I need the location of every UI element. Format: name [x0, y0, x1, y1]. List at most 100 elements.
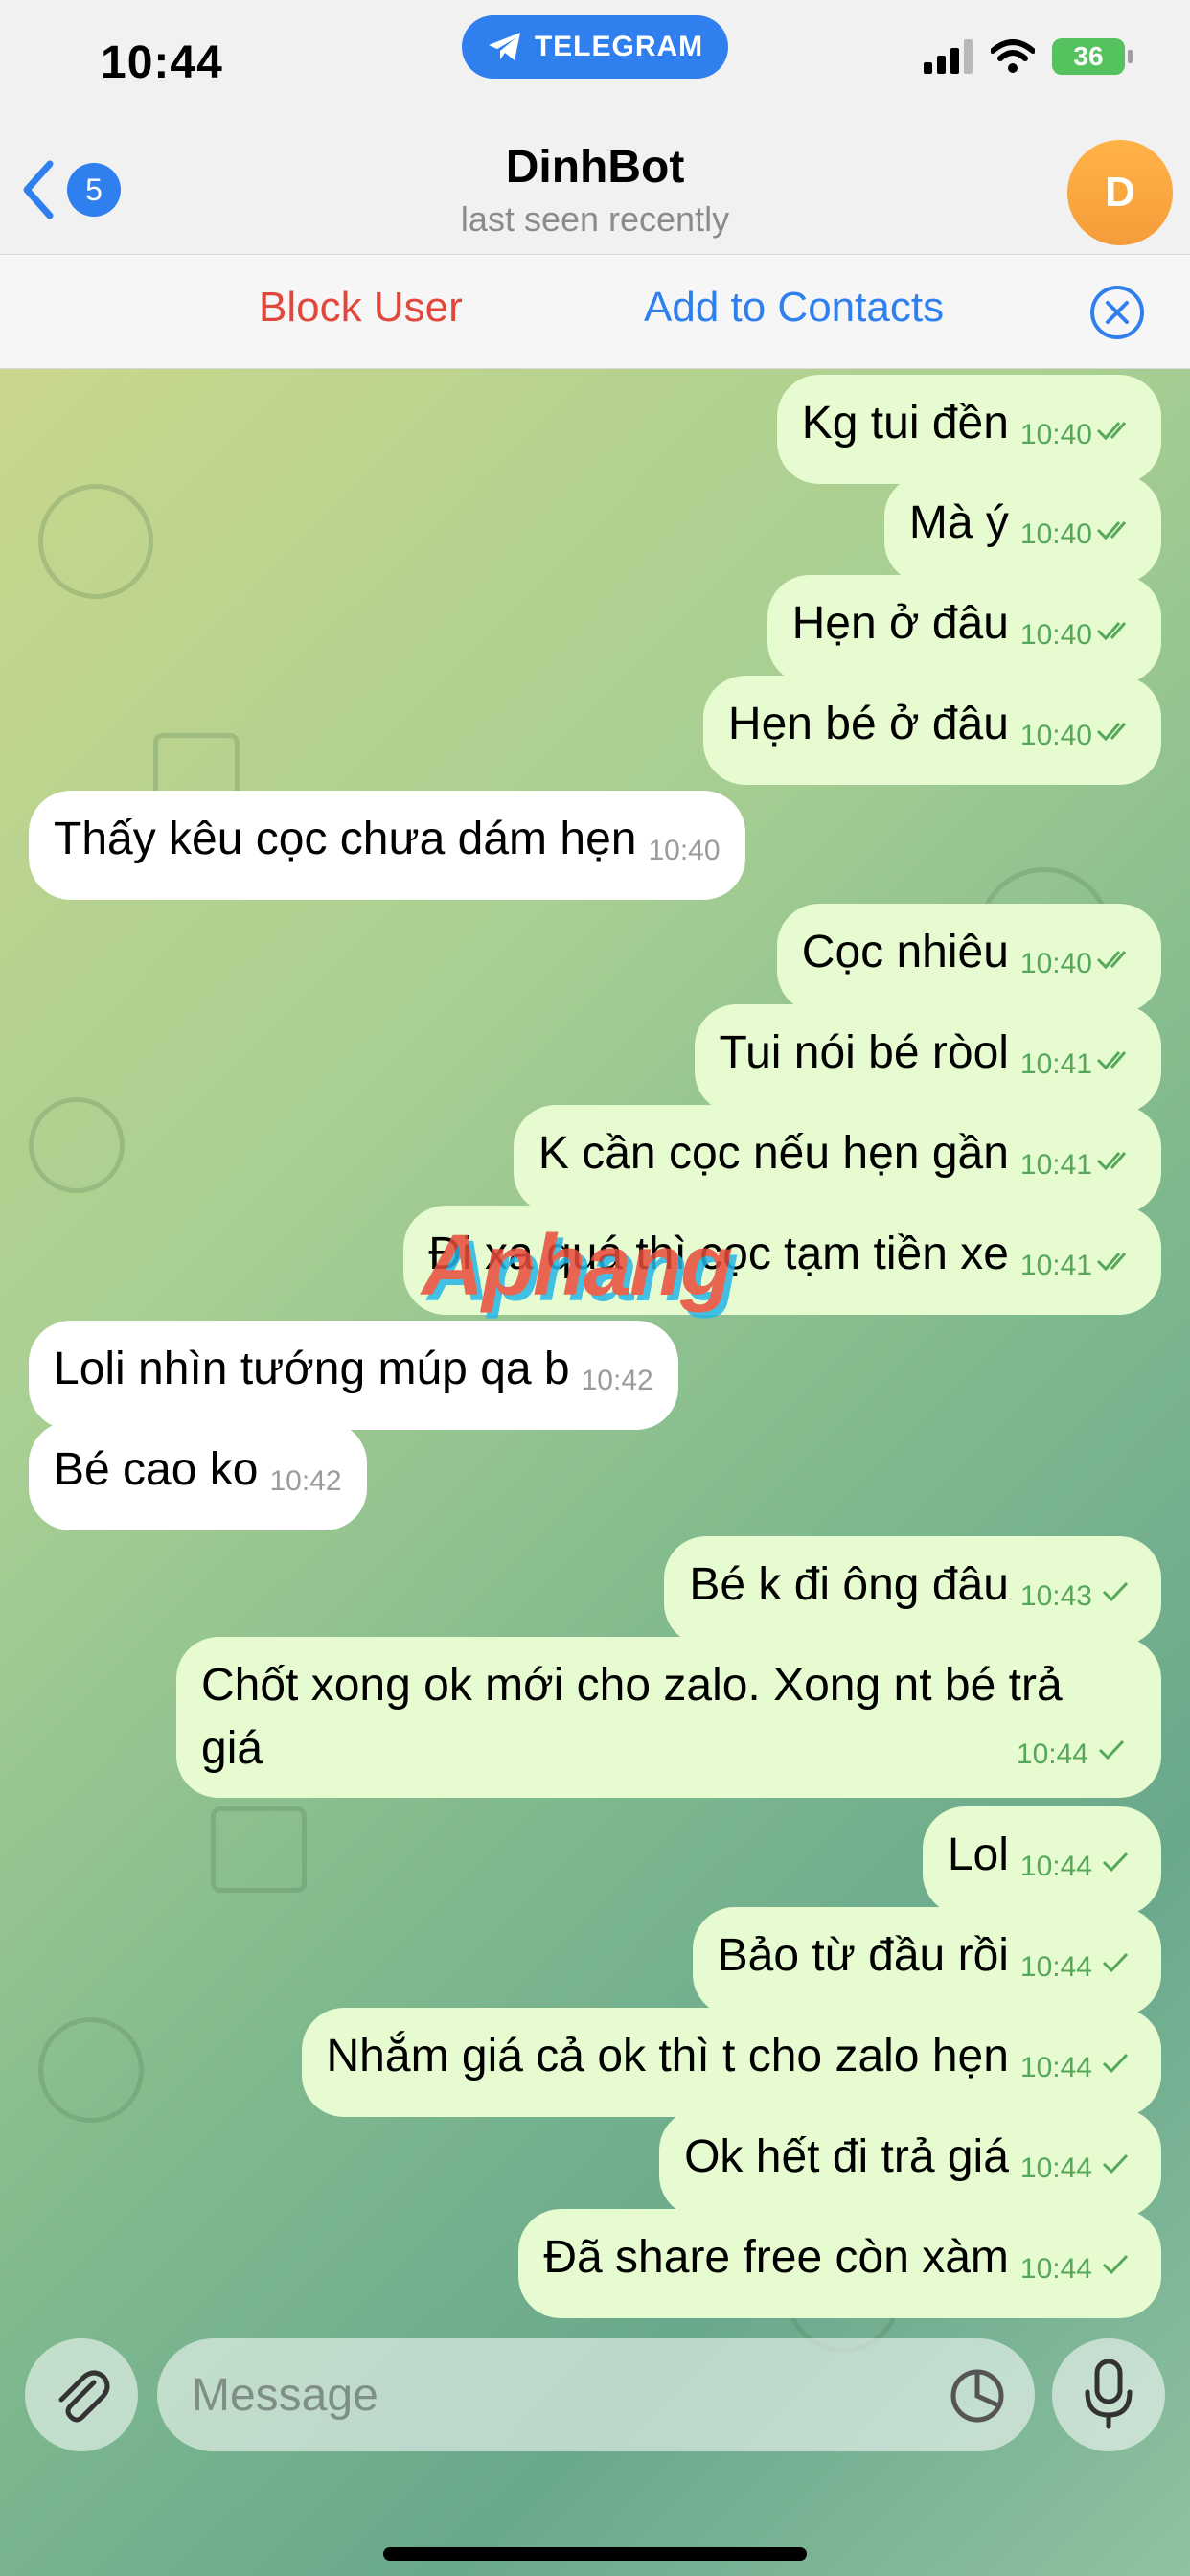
message-time: 10:44: [1019, 2152, 1092, 2184]
message-bubble-incoming[interactable]: Loli nhìn tướng múp qa b 10:42: [29, 1321, 678, 1430]
message-time: 10:44: [1019, 1851, 1092, 1882]
message-time: 10:41: [1019, 1250, 1092, 1281]
double-check-icon: [1096, 1152, 1127, 1171]
input-bar: Message: [0, 2317, 1190, 2576]
single-check-icon: [1102, 1952, 1129, 1973]
status-time: 10:44: [101, 37, 223, 88]
message-bubble-incoming[interactable]: Thấy kêu cọc chưa dám hẹn 10:40: [29, 791, 745, 900]
message-text: Hẹn ở đâu: [791, 598, 1009, 649]
message-bubble-outgoing[interactable]: Đã share free còn xàm 10:44: [518, 2209, 1161, 2318]
message-bubble-outgoing[interactable]: Chốt xong ok mới cho zalo. Xong nt bé tr…: [176, 1637, 1161, 1798]
message-text: Kg tui đền: [801, 398, 1009, 448]
message-bubble-outgoing[interactable]: Bé k đi ông đâu 10:43: [664, 1536, 1161, 1645]
single-check-icon: [1102, 2254, 1129, 2275]
message-text: Tui nói bé ròol: [719, 1027, 1009, 1078]
single-check-icon: [1102, 1852, 1129, 1873]
message-text: Bảo từ đầu rồi: [717, 1930, 1009, 1981]
message-bubble-outgoing[interactable]: Mà ý 10:40: [883, 474, 1161, 584]
double-check-icon: [1096, 622, 1127, 641]
background-doodle: [211, 1806, 307, 1893]
message-bubble-outgoing[interactable]: Hẹn bé ở đâu 10:40: [702, 676, 1161, 785]
single-check-icon: [1098, 1739, 1125, 1760]
message-text: K cần cọc nếu hẹn gần: [538, 1128, 1009, 1179]
message-text: Đã share free còn xàm: [543, 2232, 1009, 2283]
message-bubble-outgoing[interactable]: Nhắm giá cả ok thì t cho zalo hẹn 10:44: [301, 2008, 1161, 2117]
home-indicator: [383, 2547, 807, 2561]
message-time: 10:41: [1019, 1149, 1092, 1181]
message-text: Nhắm giá cả ok thì t cho zalo hẹn: [326, 2031, 1009, 2082]
message-time: 10:40: [1019, 419, 1092, 450]
signal-icon: [924, 39, 973, 74]
status-icons: 36: [924, 38, 1133, 75]
message-bubble-outgoing[interactable]: Bảo từ đầu rồi 10:44: [692, 1907, 1161, 2016]
battery-icon: 36: [1052, 38, 1133, 75]
message-time: 10:40: [1019, 720, 1092, 751]
message-bubble-outgoing[interactable]: Hẹn ở đâu 10:40: [767, 575, 1161, 684]
battery-level: 36: [1073, 41, 1104, 71]
telegram-pill-label: TELEGRAM: [534, 31, 704, 62]
background-doodle: [29, 1097, 125, 1193]
message-text: Lol: [947, 1829, 1009, 1880]
double-check-icon: [1096, 723, 1127, 742]
background-doodle: [38, 484, 153, 599]
avatar[interactable]: D: [1067, 140, 1173, 245]
message-placeholder: Message: [192, 2370, 378, 2421]
message-text: Cọc nhiêu: [801, 927, 1009, 978]
double-check-icon: [1096, 1253, 1127, 1272]
message-text: Thấy kêu cọc chưa dám hẹn: [54, 814, 637, 864]
message-text-line1: Chốt xong ok mới cho zalo. Xong nt bé tr…: [201, 1660, 1063, 1711]
message-text: Bé cao ko: [54, 1444, 259, 1495]
single-check-icon: [1102, 2153, 1129, 2174]
double-check-icon: [1096, 1051, 1127, 1070]
message-bubble-incoming[interactable]: Bé cao ko 10:42: [29, 1421, 367, 1530]
attach-button[interactable]: [25, 2338, 138, 2451]
message-text-line2: giá: [201, 1723, 263, 1774]
close-circle-icon[interactable]: [1088, 284, 1146, 341]
message-bubble-outgoing[interactable]: Lol 10:44: [922, 1806, 1161, 1916]
double-check-icon: [1096, 521, 1127, 540]
message-time: 10:42: [581, 1365, 653, 1396]
chat-area[interactable]: Kg tui đền 10:40 Mà ý 10:40 Hẹn ở đâu 10:40…: [0, 369, 1190, 2576]
chat-title: DinhBot: [505, 142, 685, 193]
message-time: 10:44: [1019, 2253, 1092, 2285]
single-check-icon: [1102, 1581, 1129, 1602]
microphone-icon: [1085, 2359, 1133, 2429]
message-text: Bé k đi ông đâu: [689, 1559, 1009, 1610]
message-bubble-outgoing[interactable]: Kg tui đền 10:40: [776, 375, 1161, 484]
sticker-icon[interactable]: [949, 2367, 1006, 2425]
double-check-icon: [1096, 422, 1127, 441]
wifi-icon: [991, 39, 1035, 73]
chat-subtitle: last seen recently: [460, 199, 730, 239]
background-doodle: [38, 2017, 144, 2123]
message-time: 10:44: [1019, 1951, 1092, 1983]
message-time: 10:43: [1019, 1580, 1092, 1612]
message-time: 10:40: [1019, 948, 1092, 979]
message-input[interactable]: Message: [157, 2338, 1035, 2451]
add-to-contacts-button[interactable]: Add to Contacts: [644, 284, 944, 332]
paperclip-icon: [58, 2370, 110, 2423]
microphone-button[interactable]: [1052, 2338, 1165, 2451]
message-text: Mà ý: [908, 497, 1009, 548]
message-bubble-outgoing[interactable]: Ok hết đi trả giá 10:44: [659, 2108, 1161, 2218]
message-bubble-outgoing[interactable]: Cọc nhiêu 10:40: [776, 904, 1161, 1013]
double-check-icon: [1096, 951, 1127, 970]
message-time: 10:40: [1019, 518, 1092, 550]
message-bubble-outgoing[interactable]: K cần cọc nếu hẹn gần 10:41: [513, 1105, 1161, 1214]
telegram-icon: [488, 33, 520, 60]
message-time: 10:42: [269, 1465, 342, 1497]
message-time: 10:40: [1019, 619, 1092, 651]
message-time: 10:44: [1019, 2052, 1092, 2083]
single-check-icon: [1102, 2053, 1129, 2074]
watermark: Aphang: [422, 1218, 733, 1314]
block-user-button[interactable]: Block User: [259, 284, 463, 332]
contact-actions-bar: Block User Add to Contacts: [0, 254, 1190, 369]
telegram-pill[interactable]: TELEGRAM: [462, 15, 728, 79]
message-time: 10:44: [1016, 1738, 1088, 1770]
message-text: Loli nhìn tướng múp qa b: [54, 1344, 570, 1394]
message-time: 10:41: [1019, 1048, 1092, 1080]
chat-header[interactable]: DinhBot last seen recently: [0, 141, 1190, 240]
message-bubble-outgoing[interactable]: Tui nói bé ròol 10:41: [694, 1004, 1161, 1114]
message-text: Ok hết đi trả giá: [684, 2131, 1009, 2182]
message-time: 10:40: [648, 835, 721, 866]
top-bar: 10:44 TELEGRAM 36 5 DinhBot last seen re…: [0, 0, 1190, 254]
